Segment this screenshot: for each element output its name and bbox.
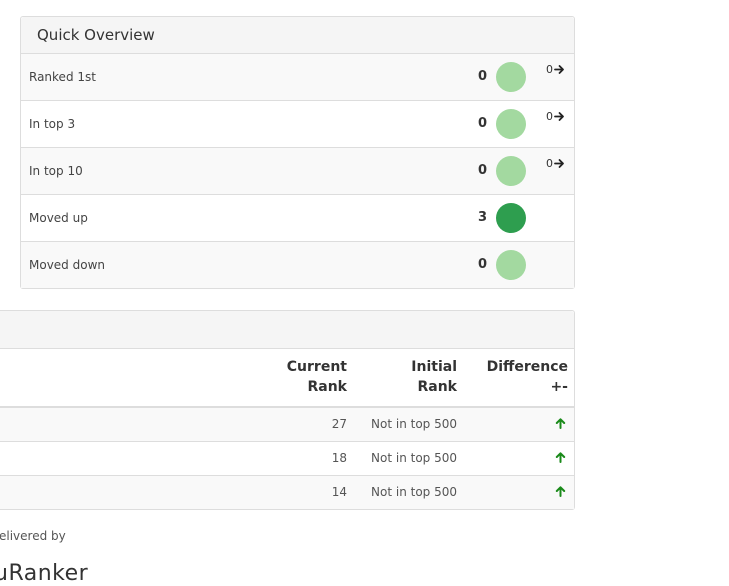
overview-row-count: 0 <box>477 69 487 84</box>
overview-row-ranked-1st: Ranked 1st 0 0 <box>21 54 574 101</box>
overview-row-count: 0 <box>477 163 487 178</box>
rank-table-panel: Current Rank Initial Rank Difference +- … <box>0 310 575 510</box>
rank-table-head: Current Rank Initial Rank Difference +- <box>0 349 574 408</box>
status-dot <box>496 62 526 92</box>
delivered-by-text: elivered by <box>0 529 66 543</box>
initial-rank-cell: Not in top 500 <box>371 417 457 431</box>
current-rank-cell: 27 <box>331 417 347 431</box>
column-header-line: Rank <box>307 379 347 395</box>
arrow-up-icon <box>555 418 566 429</box>
table-row: 18 Not in top 500 <box>0 442 574 476</box>
current-rank-cell: 18 <box>331 451 347 465</box>
change-indicator: 0 <box>546 157 565 171</box>
overview-row-count: 0 <box>477 257 487 272</box>
overview-row-top-10: In top 10 0 0 <box>21 148 574 195</box>
column-header-line: Initial <box>411 359 457 375</box>
status-dot <box>496 109 526 139</box>
overview-row-label: Ranked 1st <box>29 70 96 84</box>
difference-cell <box>555 476 566 509</box>
arrow-right-icon <box>554 65 564 74</box>
status-dot <box>496 156 526 186</box>
difference-cell <box>555 408 566 441</box>
quick-overview-panel: Quick Overview Ranked 1st 0 0 In top 3 0… <box>20 16 575 289</box>
status-dot <box>496 250 526 280</box>
overview-row-label: In top 3 <box>29 117 76 131</box>
overview-row-moved-down: Moved down 0 <box>21 242 574 288</box>
overview-row-label: Moved up <box>29 211 88 225</box>
arrow-right-icon <box>554 112 564 121</box>
column-header-line: +- <box>550 379 568 395</box>
initial-rank-cell: Not in top 500 <box>371 485 457 499</box>
status-dot <box>496 203 526 233</box>
rank-table-header-bar <box>0 311 574 349</box>
table-row: 14 Not in top 500 <box>0 476 574 509</box>
difference-cell <box>555 442 566 475</box>
overview-row-top-3: In top 3 0 0 <box>21 101 574 148</box>
arrow-up-icon <box>555 486 566 497</box>
brand-logo: uRanker <box>0 561 89 586</box>
initial-rank-cell: Not in top 500 <box>371 451 457 465</box>
column-header-line: Current <box>286 359 347 375</box>
column-header-line: Rank <box>417 379 457 395</box>
overview-row-count: 0 <box>477 116 487 131</box>
arrow-right-icon <box>554 159 564 168</box>
overview-row-label: Moved down <box>29 258 105 272</box>
quick-overview-title: Quick Overview <box>21 17 574 54</box>
column-header-current-rank[interactable]: Current Rank <box>287 357 347 397</box>
change-indicator: 0 <box>546 63 565 77</box>
overview-row-moved-up: Moved up 3 <box>21 195 574 242</box>
overview-row-count: 3 <box>477 210 487 225</box>
change-value: 0 <box>546 63 553 76</box>
change-value: 0 <box>546 110 553 123</box>
column-header-initial-rank[interactable]: Initial Rank <box>411 357 457 397</box>
current-rank-cell: 14 <box>331 485 347 499</box>
overview-row-label: In top 10 <box>29 164 83 178</box>
table-row: 27 Not in top 500 <box>0 408 574 442</box>
column-header-difference[interactable]: Difference +- <box>487 357 568 397</box>
change-indicator: 0 <box>546 110 565 124</box>
column-header-line: Difference <box>486 359 568 375</box>
arrow-up-icon <box>555 452 566 463</box>
change-value: 0 <box>546 157 553 170</box>
